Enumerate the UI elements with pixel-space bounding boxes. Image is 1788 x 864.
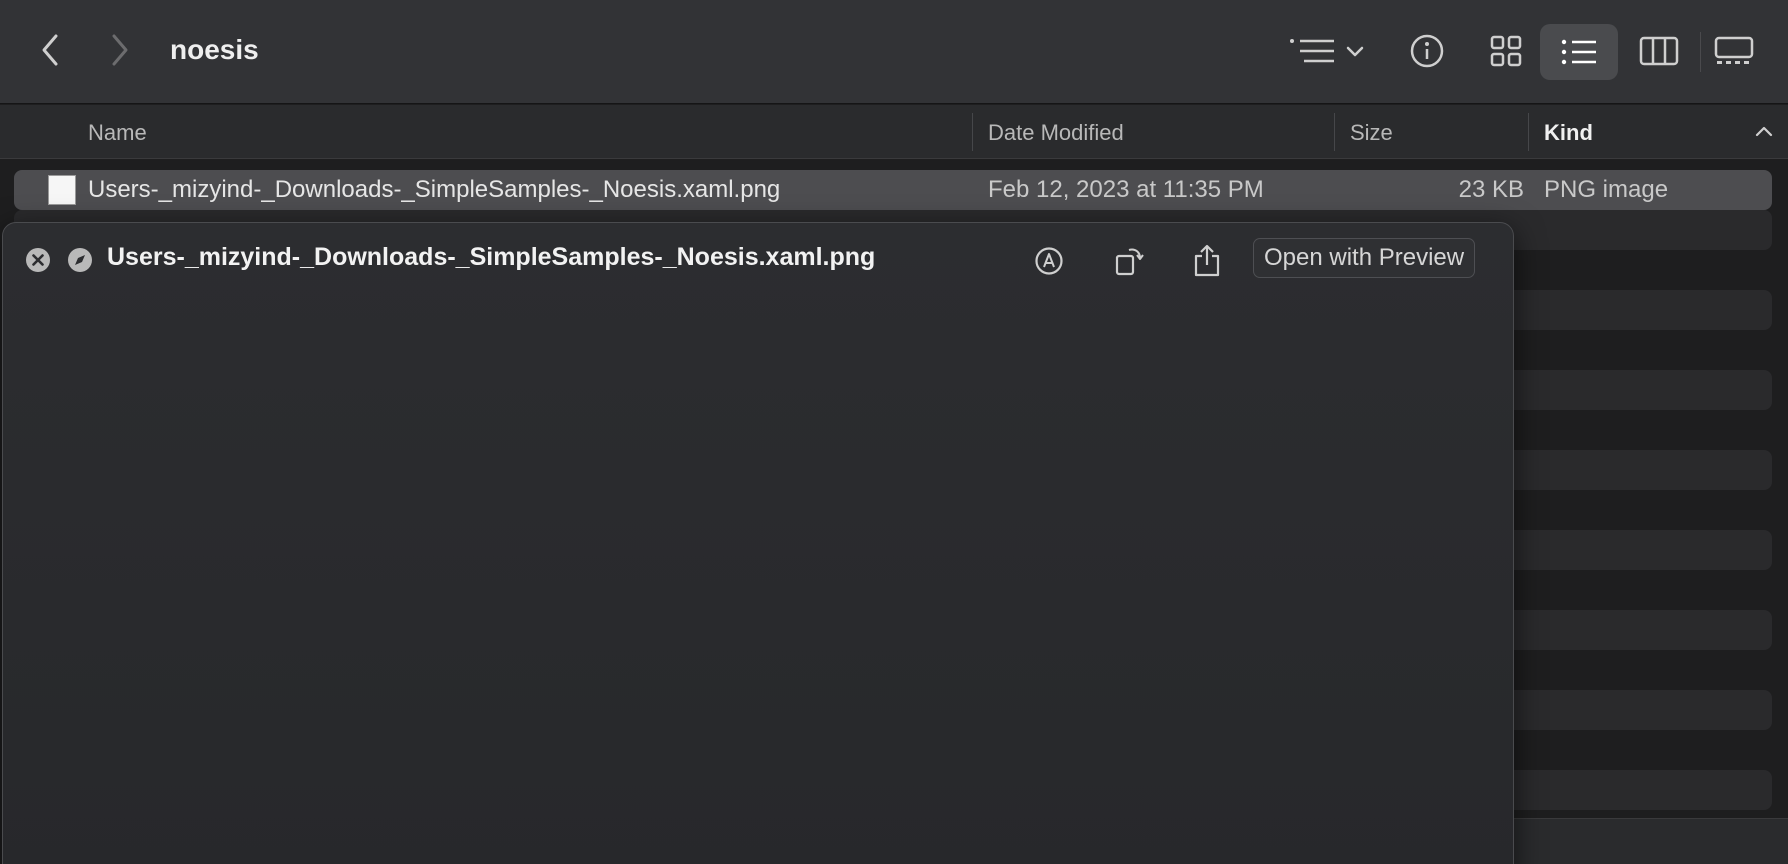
toolbar-separator [1700, 32, 1701, 72]
fullscreen-button[interactable] [67, 247, 93, 278]
window-title: noesis [170, 34, 259, 65]
fullscreen-icon [68, 248, 92, 272]
markup-button[interactable] [1029, 241, 1069, 281]
share-icon [1194, 244, 1220, 277]
quick-look-title: Users-_mizyind-_Downloads-_SimpleSamples… [107, 243, 876, 271]
file-date: Feb 12, 2023 at 11:35 PM [988, 176, 1264, 203]
rotate-button[interactable] [1109, 241, 1149, 281]
group-sort-icon [1290, 39, 1364, 63]
list-view-button[interactable] [1540, 24, 1618, 80]
png-file-icon [48, 175, 76, 205]
column-header-kind[interactable]: Kind [1544, 120, 1593, 146]
column-header-bar: Name Date Modified Size Kind [0, 105, 1788, 159]
quick-look-panel: Users-_mizyind-_Downloads-_SimpleSamples… [2, 222, 1514, 864]
column-divider[interactable] [1528, 113, 1529, 151]
column-view-button[interactable] [1632, 26, 1686, 76]
markup-icon [1035, 247, 1063, 275]
group-sort-button[interactable] [1284, 26, 1372, 76]
finder-window: noesis Name Date Modified Size Kind User… [0, 0, 1788, 864]
forward-button[interactable] [98, 28, 142, 72]
gallery-view-icon [1714, 36, 1754, 64]
back-button[interactable] [28, 28, 72, 72]
quick-look-titlebar: Users-_mizyind-_Downloads-_SimpleSamples… [3, 223, 1513, 293]
file-name: Users-_mizyind-_Downloads-_SimpleSamples… [88, 176, 781, 203]
file-size: 23 KB [1458, 176, 1524, 203]
chevron-left-icon [42, 34, 58, 66]
info-icon [1410, 34, 1444, 68]
list-view-icon [1561, 39, 1596, 65]
column-divider[interactable] [1334, 113, 1335, 151]
icon-view-icon [1490, 35, 1522, 67]
chevron-right-icon [112, 34, 128, 66]
column-header-date[interactable]: Date Modified [988, 120, 1124, 146]
file-kind: PNG image [1544, 176, 1669, 203]
status-bar [1514, 818, 1788, 864]
close-button[interactable] [25, 247, 51, 278]
toolbar: noesis [0, 0, 1788, 104]
gallery-view-button[interactable] [1704, 26, 1764, 76]
open-with-preview-button[interactable]: Open with Preview [1253, 238, 1476, 278]
share-button[interactable] [1187, 241, 1227, 281]
close-icon [26, 248, 50, 272]
rotate-icon [1115, 248, 1144, 276]
sort-ascending-icon [1755, 126, 1773, 137]
column-view-icon [1639, 36, 1679, 66]
column-header-size[interactable]: Size [1350, 120, 1393, 146]
info-button[interactable] [1402, 26, 1452, 76]
icon-view-button[interactable] [1480, 26, 1532, 76]
column-divider[interactable] [972, 113, 973, 151]
table-row[interactable]: Users-_mizyind-_Downloads-_SimpleSamples… [14, 170, 1772, 210]
column-header-name[interactable]: Name [88, 120, 147, 146]
